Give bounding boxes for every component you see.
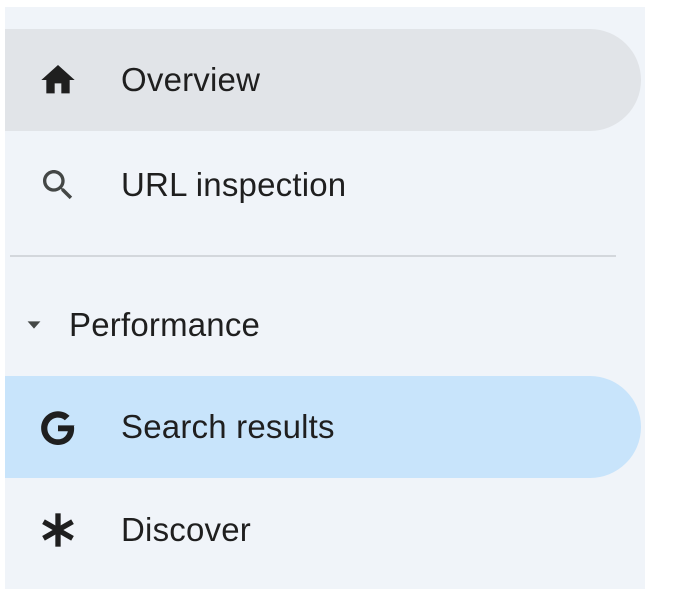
nav-item-label: URL inspection	[121, 166, 347, 203]
nav-section-performance[interactable]: Performance	[5, 299, 641, 351]
nav-item-label: Search results	[121, 408, 335, 445]
nav-item-overview[interactable]: Overview	[5, 29, 641, 131]
google-g-icon	[35, 404, 81, 450]
nav-item-discover[interactable]: Discover	[5, 479, 641, 581]
caret-down-icon	[21, 312, 47, 338]
nav-item-label: Overview	[121, 61, 261, 98]
nav-item-search-results[interactable]: Search results	[5, 376, 641, 478]
sidebar-nav: Overview URL inspection Performance Sear…	[5, 7, 645, 589]
search-icon	[35, 162, 81, 208]
home-icon	[35, 57, 81, 103]
nav-item-label: Discover	[121, 511, 251, 548]
nav-section-label: Performance	[69, 306, 261, 343]
asterisk-icon	[35, 507, 81, 553]
nav-divider	[10, 255, 616, 257]
nav-item-url-inspection[interactable]: URL inspection	[5, 134, 641, 236]
